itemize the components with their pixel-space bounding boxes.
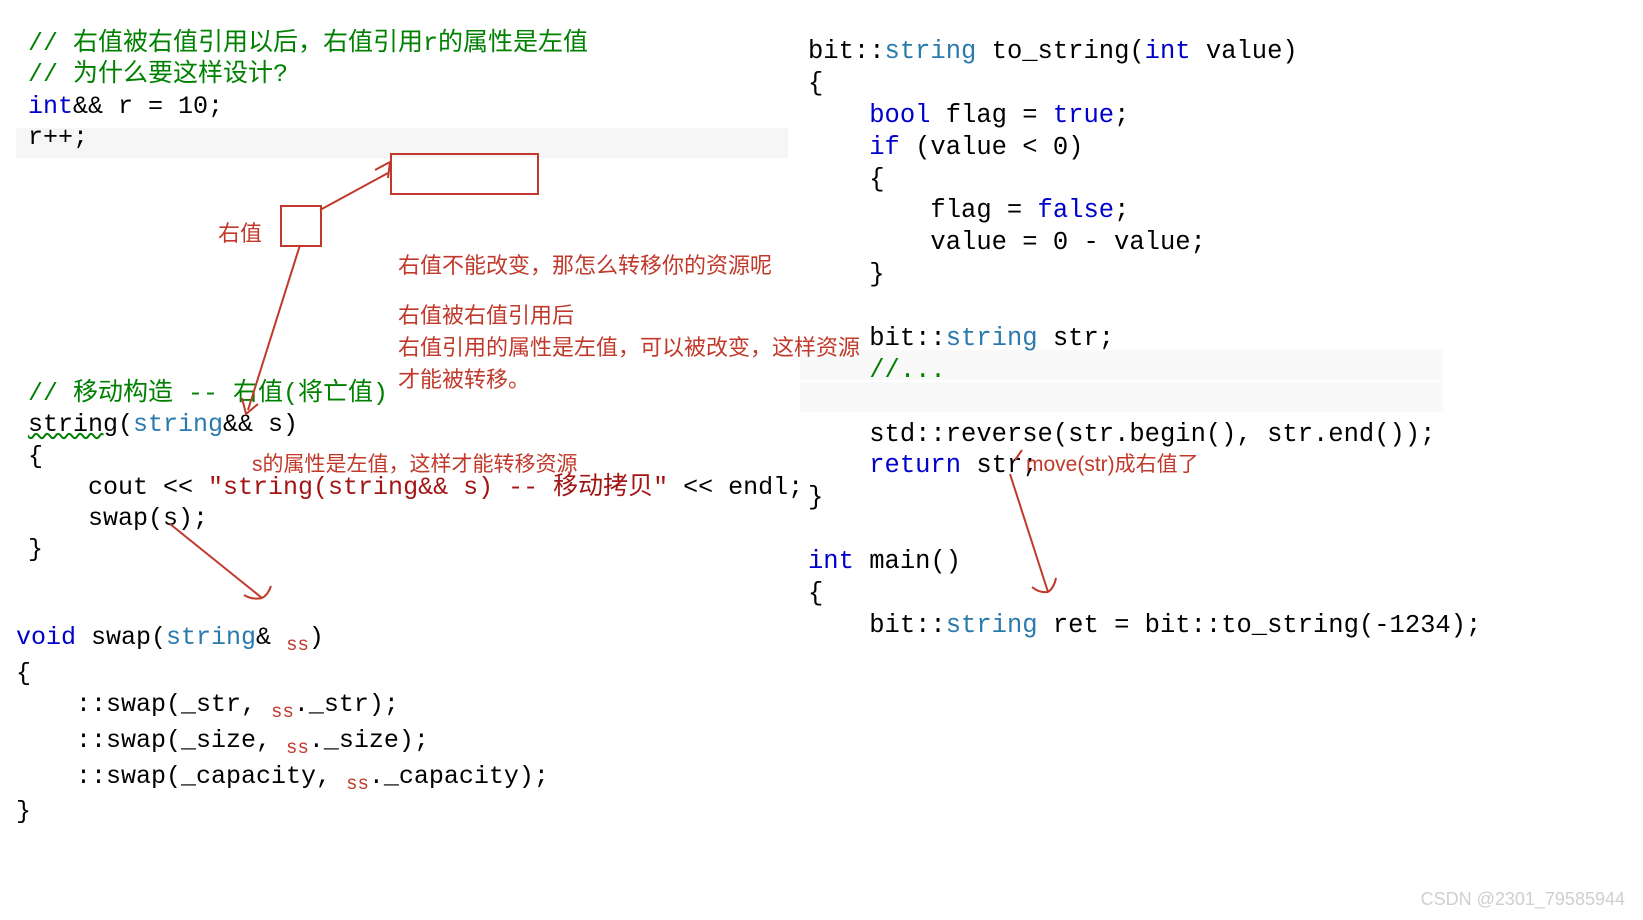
swap-prest: & (256, 623, 286, 652)
r-l3b: bool (869, 101, 930, 130)
right-code: bit::string to_string(int value) { bool … (808, 36, 1481, 642)
kw-int: int (28, 92, 73, 121)
ss-var-2: ss (286, 737, 309, 759)
incr-line: r++; (28, 123, 88, 152)
anno-s-attr: s的属性是左值，这样才能转移资源 (252, 448, 578, 478)
swap-name: swap( (76, 623, 166, 652)
r-l17a: int (808, 547, 854, 576)
swap-l1a: ::swap(_str, (16, 690, 271, 719)
red-box-small (280, 205, 322, 247)
ctor-name: string (28, 410, 118, 439)
r-l1d: int (1145, 37, 1191, 66)
anno-after-3: 才能被转移。 (398, 362, 530, 394)
ctor-line1-post: << endl; (668, 473, 803, 502)
swap-close: } (16, 797, 31, 826)
r-l4c: (value < 0) (900, 133, 1084, 162)
r-l3d: true (1053, 101, 1114, 130)
r-l19b: string (946, 611, 1038, 640)
swap-l1b: ._str); (294, 690, 399, 719)
r-l5: { (808, 165, 885, 194)
r-l18: { (808, 579, 823, 608)
comment-line-2: // 为什么要这样设计? (28, 60, 288, 89)
comment-line-1: // 右值被右值引用以后，右值引用r的属性是左值 (28, 29, 588, 58)
left-code-top: // 右值被右值引用以后，右值引用r的属性是左值 // 为什么要这样设计? in… (28, 28, 588, 153)
page-root: // 右值被右值引用以后，右值引用r的属性是左值 // 为什么要这样设计? in… (0, 0, 1643, 920)
anno-move-str: move(str)成右值了 (1026, 448, 1199, 478)
swap-pvar: ss (286, 634, 309, 656)
swap-l3b: ._capacity); (369, 762, 549, 791)
decl-rest: && r = 10; (73, 92, 223, 121)
r-l3a (808, 101, 869, 130)
watermark: CSDN @2301_79585944 (1421, 889, 1625, 910)
ctor-line1-pre: cout << (28, 473, 208, 502)
r-l15: } (808, 483, 823, 512)
r-l10b: string (946, 324, 1038, 353)
swap-prest2: ) (309, 623, 324, 652)
r-l13a: std:: (808, 420, 946, 449)
move-comment: // 移动构造 -- 右值(将亡值) (28, 379, 388, 408)
ctor-line2: swap(s); (28, 504, 208, 533)
r-l14b: return (869, 451, 961, 480)
r-l1a: bit:: (808, 37, 885, 66)
r-l13c: (str.begin(), str.end()); (1053, 420, 1436, 449)
ctor-param-type: string (133, 410, 223, 439)
ss-var-3: ss (346, 773, 369, 795)
anno-after-2: 右值引用的属性是左值，可以被改变，这样资源 (398, 330, 860, 362)
r-l4b: if (869, 133, 900, 162)
r-l6b: false (1038, 196, 1115, 225)
anno-after-1: 右值被右值引用后 (398, 298, 574, 330)
ctor-param-rest: && s) (223, 410, 298, 439)
r-l14a (808, 451, 869, 480)
r-l6c: ; (1114, 196, 1129, 225)
r-l6a: flag = (808, 196, 1038, 225)
r-l1b: string (885, 37, 977, 66)
r-l13b: reverse (946, 420, 1053, 449)
swap-ptype: string (166, 623, 256, 652)
swap-l2b: ._size); (309, 726, 429, 755)
r-l1e: value) (1191, 37, 1298, 66)
r-l3c: flag = (930, 101, 1052, 130)
kw-void: void (16, 623, 76, 652)
r-l2: { (808, 69, 823, 98)
r-l1c: to_string( (976, 37, 1144, 66)
r-l3e: ; (1114, 101, 1129, 130)
r-l4a (808, 133, 869, 162)
swap-l2a: ::swap(_size, (16, 726, 286, 755)
swap-open: { (16, 659, 31, 688)
anno-cannot-change: 右值不能改变，那怎么转移你的资源呢 (398, 248, 772, 280)
ss-var-1: ss (271, 701, 294, 723)
ctor-close: } (28, 535, 43, 564)
anno-rvalue-label: 右值 (218, 216, 262, 248)
r-l19c: ret = bit::to_string(-1234); (1038, 611, 1482, 640)
swap-l3a: ::swap(_capacity, (16, 762, 346, 791)
r-l8: } (808, 260, 885, 289)
left-code-bottom: void swap(string& ss) { ::swap(_str, ss.… (16, 622, 549, 828)
r-l10c: str; (1038, 324, 1115, 353)
ctor-open: { (28, 442, 43, 471)
r-l7: value = 0 - value; (808, 228, 1206, 257)
red-box-large (390, 153, 539, 195)
r-l17b: main() (854, 547, 961, 576)
r-l19a: bit:: (808, 611, 946, 640)
